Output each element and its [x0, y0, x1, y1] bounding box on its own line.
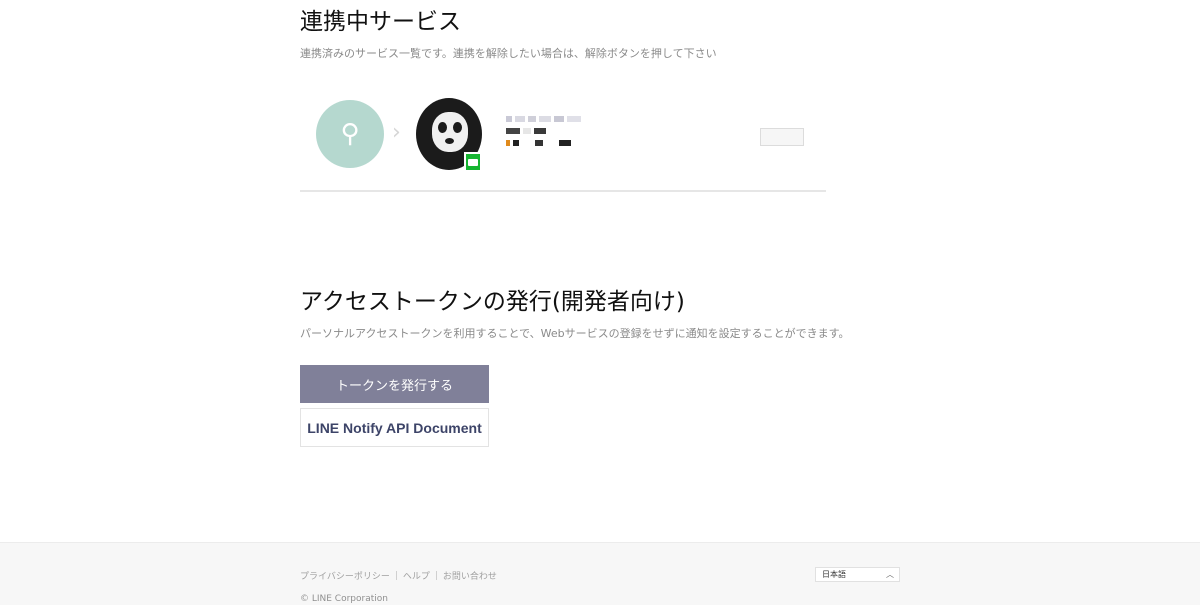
api-document-button[interactable]: LINE Notify API Document	[300, 408, 489, 447]
language-select[interactable]: 日本語 ︿	[815, 567, 900, 582]
connected-services-description: 連携済みのサービス一覧です。連携を解除したい場合は、解除ボタンを押して下さい	[300, 47, 717, 60]
footer-separator	[435, 571, 437, 580]
avatar	[416, 98, 484, 172]
footer-links: プライバシーポリシー ヘルプ お問い合わせ	[300, 569, 497, 582]
footer: プライバシーポリシー ヘルプ お問い合わせ 日本語 ︿ © LINE Corpo…	[0, 542, 1200, 605]
footer-link-help[interactable]: ヘルプ	[403, 569, 430, 582]
access-token-title: アクセストークンの発行(開発者向け)	[300, 289, 685, 315]
chevron-up-icon: ︿	[886, 570, 894, 579]
access-token-description: パーソナルアクセストークンを利用することで、Webサービスの登録をせずに通知を設…	[300, 327, 850, 340]
connected-service-row: ⚲ ›	[300, 92, 826, 192]
service-icon: ⚲	[316, 100, 384, 168]
page: 連携中サービス 連携済みのサービス一覧です。連携を解除したい場合は、解除ボタンを…	[0, 0, 1200, 605]
footer-separator	[395, 571, 397, 580]
service-info-pixelated	[506, 116, 596, 152]
disconnect-button[interactable]	[760, 128, 804, 146]
language-select-value: 日本語	[822, 570, 846, 579]
copyright: © LINE Corporation	[300, 594, 388, 604]
footer-link-contact[interactable]: お問い合わせ	[443, 569, 497, 582]
line-badge-icon	[464, 152, 482, 172]
issue-token-button[interactable]: トークンを発行する	[300, 365, 489, 403]
footer-link-privacy[interactable]: プライバシーポリシー	[300, 569, 390, 582]
connected-services-title: 連携中サービス	[300, 9, 461, 35]
chevron-right-icon: ›	[392, 120, 401, 145]
